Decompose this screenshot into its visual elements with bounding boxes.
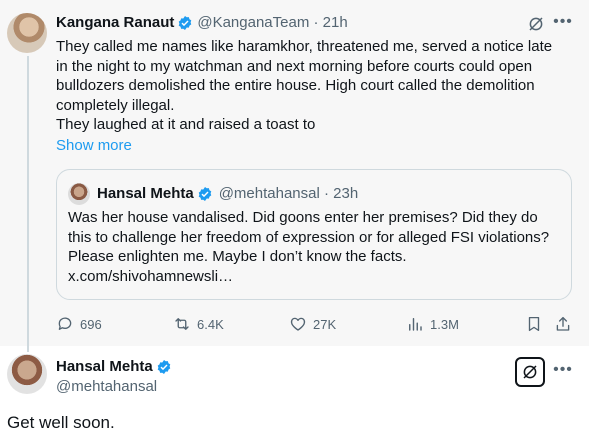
quoted-handle-time: @mehtahansal · 23h (218, 185, 359, 202)
tweet-text: They called me names like haramkhor, thr… (56, 37, 576, 135)
reply-header: Hansal Mehta (56, 358, 172, 375)
avatar[interactable] (7, 13, 47, 53)
repost-icon (175, 318, 189, 330)
handle-time[interactable]: @KanganaTeam · 21h (197, 14, 347, 31)
like-icon (290, 317, 306, 331)
bookmark-icon (528, 316, 540, 332)
verified-badge-icon (198, 186, 211, 201)
views-icon (409, 318, 422, 331)
reply-count: 696 (80, 316, 102, 332)
bookmark-button[interactable] (525, 315, 549, 333)
repost-button[interactable]: 6.4K (173, 315, 224, 333)
view-count: 1.3M (430, 316, 459, 332)
repost-count: 6.4K (197, 316, 224, 332)
tweet-text-line: They called me names like haramkhor, thr… (56, 38, 553, 55)
tweet-main[interactable]: Kangana Ranaut @KanganaTeam · 21h ••• Th… (0, 0, 589, 352)
reply-text: Get well soon. (7, 413, 115, 432)
quoted-header: Hansal Mehta @mehtahansal · 23h (97, 185, 358, 202)
author-handle[interactable]: @mehtahansal (56, 378, 157, 395)
quoted-text-line: Please enlighten me. Maybe I don’t know … (68, 248, 407, 265)
show-more-link[interactable]: Show more (56, 137, 132, 154)
like-count: 27K (313, 316, 337, 332)
quoted-text-line: this to challenge her freedom of express… (68, 228, 550, 246)
verified-badge-icon (179, 15, 192, 30)
views-button[interactable]: 1.3M (406, 315, 459, 333)
more-icon[interactable]: ••• (552, 360, 574, 380)
avatar[interactable] (7, 354, 47, 394)
share-icon (556, 316, 570, 331)
like-button[interactable]: 27K (289, 315, 336, 333)
quoted-text: Was her house vandalised. Did goons ente… (68, 208, 568, 286)
tweet-text-line: in the night to my watchman and next mor… (56, 57, 533, 75)
action-bar: 696 6.4K 27K 1.3M (56, 315, 576, 335)
verified-badge-icon (157, 359, 170, 374)
quoted-avatar (68, 183, 90, 205)
quoted-link[interactable]: x.com/shivohamnewsli… (68, 267, 568, 287)
grok-icon[interactable] (515, 357, 545, 387)
quoted-text-line: Was her house vandalised. Did goons ente… (68, 209, 538, 226)
tweet-header: Kangana Ranaut @KanganaTeam · 21h (56, 14, 348, 31)
grok-icon[interactable] (526, 14, 546, 34)
quoted-tweet[interactable]: Hansal Mehta @mehtahansal · 23h Was her … (56, 169, 572, 300)
reply-icon (58, 317, 72, 330)
share-button[interactable] (554, 315, 578, 333)
reply-button[interactable]: 696 (56, 315, 102, 333)
tweet-text-line: completely illegal. (56, 96, 175, 114)
thread-connector-line (27, 56, 29, 352)
more-icon[interactable]: ••• (552, 12, 574, 32)
tweet-text-line: They laughed at it and raised a toast to (56, 116, 316, 133)
author-name[interactable]: Kangana Ranaut (56, 14, 174, 31)
author-name[interactable]: Hansal Mehta (56, 358, 153, 375)
quoted-author-name: Hansal Mehta (97, 185, 194, 202)
tweet-text-line: bulldozers demolished the entire house. … (56, 77, 535, 94)
